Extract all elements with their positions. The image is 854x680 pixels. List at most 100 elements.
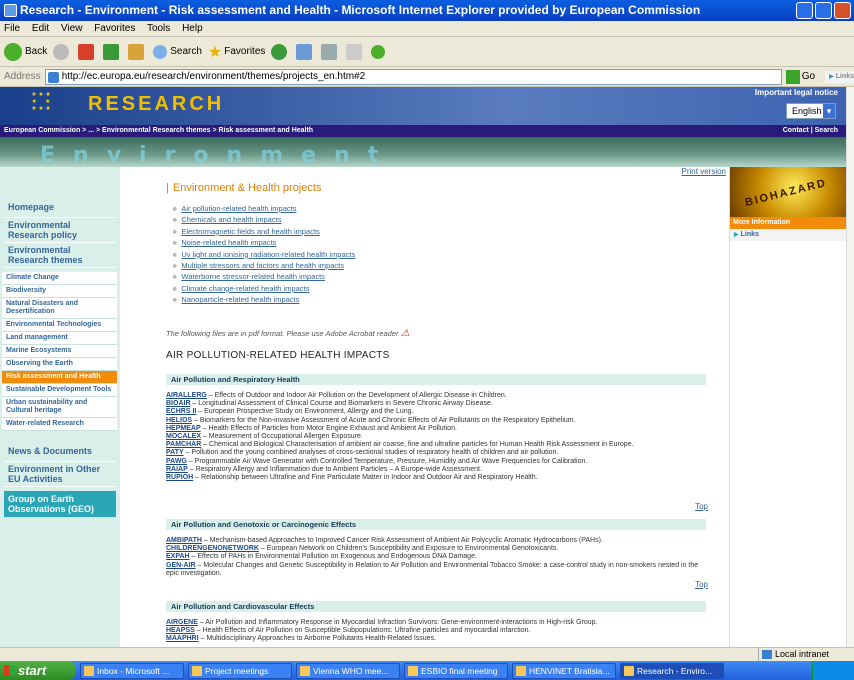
nav-observing-earth[interactable]: Observing the Earth bbox=[2, 358, 117, 371]
home-button[interactable] bbox=[128, 43, 147, 60]
left-navigation: Homepage Environmental Research policy E… bbox=[0, 167, 120, 647]
history-button[interactable] bbox=[271, 43, 290, 60]
taskbar-item[interactable]: HENVINET Bratisla... bbox=[512, 662, 616, 679]
project-code-link[interactable]: HEPMEAP bbox=[166, 425, 201, 432]
project-link[interactable]: Air pollution-related health impacts bbox=[181, 204, 296, 213]
nav-policy[interactable]: Environmental Research policy bbox=[4, 218, 116, 243]
messenger-button[interactable] bbox=[371, 44, 388, 59]
project-code-link[interactable]: EXPAH bbox=[166, 553, 190, 560]
project-code-link[interactable]: HEAPSS bbox=[166, 627, 195, 634]
menu-edit[interactable]: Edit bbox=[32, 23, 49, 34]
breadcrumb-text[interactable]: European Commission > ... > Environmenta… bbox=[4, 127, 313, 134]
forward-button[interactable] bbox=[53, 43, 72, 60]
nav-water-research[interactable]: Water-related Research bbox=[2, 418, 117, 431]
nav-env-eu[interactable]: Environment in Other EU Activities bbox=[4, 462, 116, 487]
menu-favorites[interactable]: Favorites bbox=[94, 23, 135, 34]
menu-help[interactable]: Help bbox=[182, 23, 203, 34]
mail-button[interactable] bbox=[296, 43, 315, 60]
project-code-link[interactable]: MOCALEX bbox=[166, 433, 201, 440]
language-select[interactable]: English bbox=[786, 103, 836, 119]
taskbar-item[interactable]: Inbox - Microsoft ... bbox=[80, 662, 184, 679]
project-code-link[interactable]: MAAPHRI bbox=[166, 635, 199, 642]
project-code-link[interactable]: ECHRS II bbox=[166, 408, 196, 415]
list-item: Nanoparticle-related health impacts bbox=[172, 295, 355, 306]
nav-biodiversity[interactable]: Biodiversity bbox=[2, 285, 117, 298]
nav-natural-disasters[interactable]: Natural Disasters and Desertification bbox=[2, 298, 117, 319]
project-code-link[interactable]: CHILDRENGENONETWORK bbox=[166, 545, 259, 552]
project-code-link[interactable]: RAIAP bbox=[166, 466, 188, 473]
section-items: AIRALLERG – Effects of Outdoor and Indoo… bbox=[166, 392, 706, 482]
project-link[interactable]: Electromagnetic fields and health impact… bbox=[181, 227, 319, 236]
project-desc: – Health Effects of Air Pollution on Sus… bbox=[194, 627, 531, 635]
taskbar-item-active[interactable]: Research - Enviro... bbox=[620, 662, 724, 679]
project-code-link[interactable]: BIOAIR bbox=[166, 400, 191, 407]
vertical-scrollbar[interactable] bbox=[846, 87, 854, 647]
project-link[interactable]: Chemicals and health impacts bbox=[181, 215, 281, 224]
close-button[interactable] bbox=[834, 2, 851, 19]
links-link[interactable]: Links bbox=[730, 229, 846, 241]
site-logo[interactable]: RESEARCH bbox=[88, 93, 224, 116]
minimize-button[interactable] bbox=[796, 2, 813, 19]
nav-marine-ecosystems[interactable]: Marine Ecosystems bbox=[2, 345, 117, 358]
nav-sustainable-development[interactable]: Sustainable Development Tools bbox=[2, 384, 117, 397]
menu-tools[interactable]: Tools bbox=[147, 23, 170, 34]
address-input[interactable]: http://ec.europa.eu/research/environment… bbox=[44, 68, 782, 85]
project-link[interactable]: Waterborne stressor-related health impac… bbox=[181, 272, 325, 281]
project-link[interactable]: Nanoparticle-related health impacts bbox=[181, 295, 299, 304]
project-code-link[interactable]: PATY bbox=[166, 449, 184, 456]
project-code-link[interactable]: AIRGENE bbox=[166, 619, 198, 626]
project-link[interactable]: Noise-related health impacts bbox=[181, 238, 276, 247]
top-link[interactable]: Top bbox=[695, 580, 708, 589]
links-toolbar[interactable]: Links bbox=[825, 70, 854, 83]
nav-themes[interactable]: Environmental Research themes bbox=[4, 243, 116, 268]
project-link[interactable]: Multiple stressors and factors and healt… bbox=[181, 261, 344, 270]
project-code-link[interactable]: HELIOS bbox=[166, 417, 192, 424]
refresh-button[interactable] bbox=[103, 43, 122, 60]
nav-land-management[interactable]: Land management bbox=[2, 332, 117, 345]
project-desc: – Pollution and the young combined analy… bbox=[183, 449, 559, 457]
project-desc: – Respiratory Allergy and Inflammation d… bbox=[187, 465, 482, 473]
taskbar-item[interactable]: Vienna WHO mee... bbox=[296, 662, 400, 679]
go-button[interactable]: Go bbox=[785, 69, 815, 84]
list-item: RAIAP – Respiratory Allergy and Inflamma… bbox=[166, 466, 706, 474]
nav-news[interactable]: News & Documents bbox=[4, 441, 116, 462]
printer-icon bbox=[321, 43, 338, 60]
menu-file[interactable]: File bbox=[4, 23, 20, 34]
edit-button[interactable] bbox=[346, 43, 365, 60]
nav-climate-change[interactable]: Climate Change bbox=[2, 272, 117, 285]
project-link[interactable]: Climate change-related health impacts bbox=[181, 284, 309, 293]
favorites-button[interactable]: ★ Favorites bbox=[208, 42, 265, 62]
contact-search-links[interactable]: Contact | Search bbox=[783, 125, 838, 137]
breadcrumb: European Commission > ... > Environmenta… bbox=[0, 125, 846, 137]
top-link[interactable]: Top bbox=[695, 502, 708, 511]
project-link[interactable]: Uv light and ionising radiation-related … bbox=[181, 250, 355, 259]
taskbar-item[interactable]: Project meetings bbox=[188, 662, 292, 679]
stop-button[interactable] bbox=[78, 43, 97, 60]
start-button[interactable]: start bbox=[0, 661, 76, 680]
menu-view[interactable]: View bbox=[61, 23, 83, 34]
history-icon bbox=[271, 43, 288, 60]
home-icon bbox=[128, 43, 145, 60]
project-code-link[interactable]: GEN-AIR bbox=[166, 562, 196, 569]
maximize-button[interactable] bbox=[815, 2, 832, 19]
project-code-link[interactable]: AMBIPATH bbox=[166, 537, 202, 544]
project-code-link[interactable]: PAMCHAR bbox=[166, 441, 201, 448]
security-zone: Local intranet bbox=[758, 648, 846, 661]
project-code-link[interactable]: PAWG bbox=[166, 458, 187, 465]
project-code-link[interactable]: RUPIOH bbox=[166, 474, 193, 481]
print-version-link[interactable]: Print version bbox=[682, 167, 726, 176]
nav-risk-assessment[interactable]: Risk assessment and Health bbox=[2, 371, 117, 384]
search-button[interactable]: Search bbox=[153, 44, 202, 59]
back-button[interactable]: Back bbox=[4, 42, 47, 61]
project-code-link[interactable]: AIRALLERG bbox=[166, 392, 207, 399]
print-button[interactable] bbox=[321, 43, 340, 60]
taskbar-item[interactable]: ESBIO final meeting bbox=[404, 662, 508, 679]
nav-urban-sustainability[interactable]: Urban sustainability and Cultural herita… bbox=[2, 397, 117, 418]
nav-environmental-technologies[interactable]: Environmental Technologies bbox=[2, 319, 117, 332]
legal-notice-link[interactable]: Important legal notice bbox=[755, 88, 838, 97]
nav-geo[interactable]: Group on Earth Observations (GEO) bbox=[4, 491, 116, 517]
window-title: Research - Environment - Risk assessment… bbox=[20, 3, 701, 17]
nav-homepage[interactable]: Homepage bbox=[4, 197, 116, 218]
list-item: ECHRS II – European Prospective Study on… bbox=[166, 408, 706, 416]
pdf-icon[interactable]: ⚠ bbox=[401, 328, 410, 339]
